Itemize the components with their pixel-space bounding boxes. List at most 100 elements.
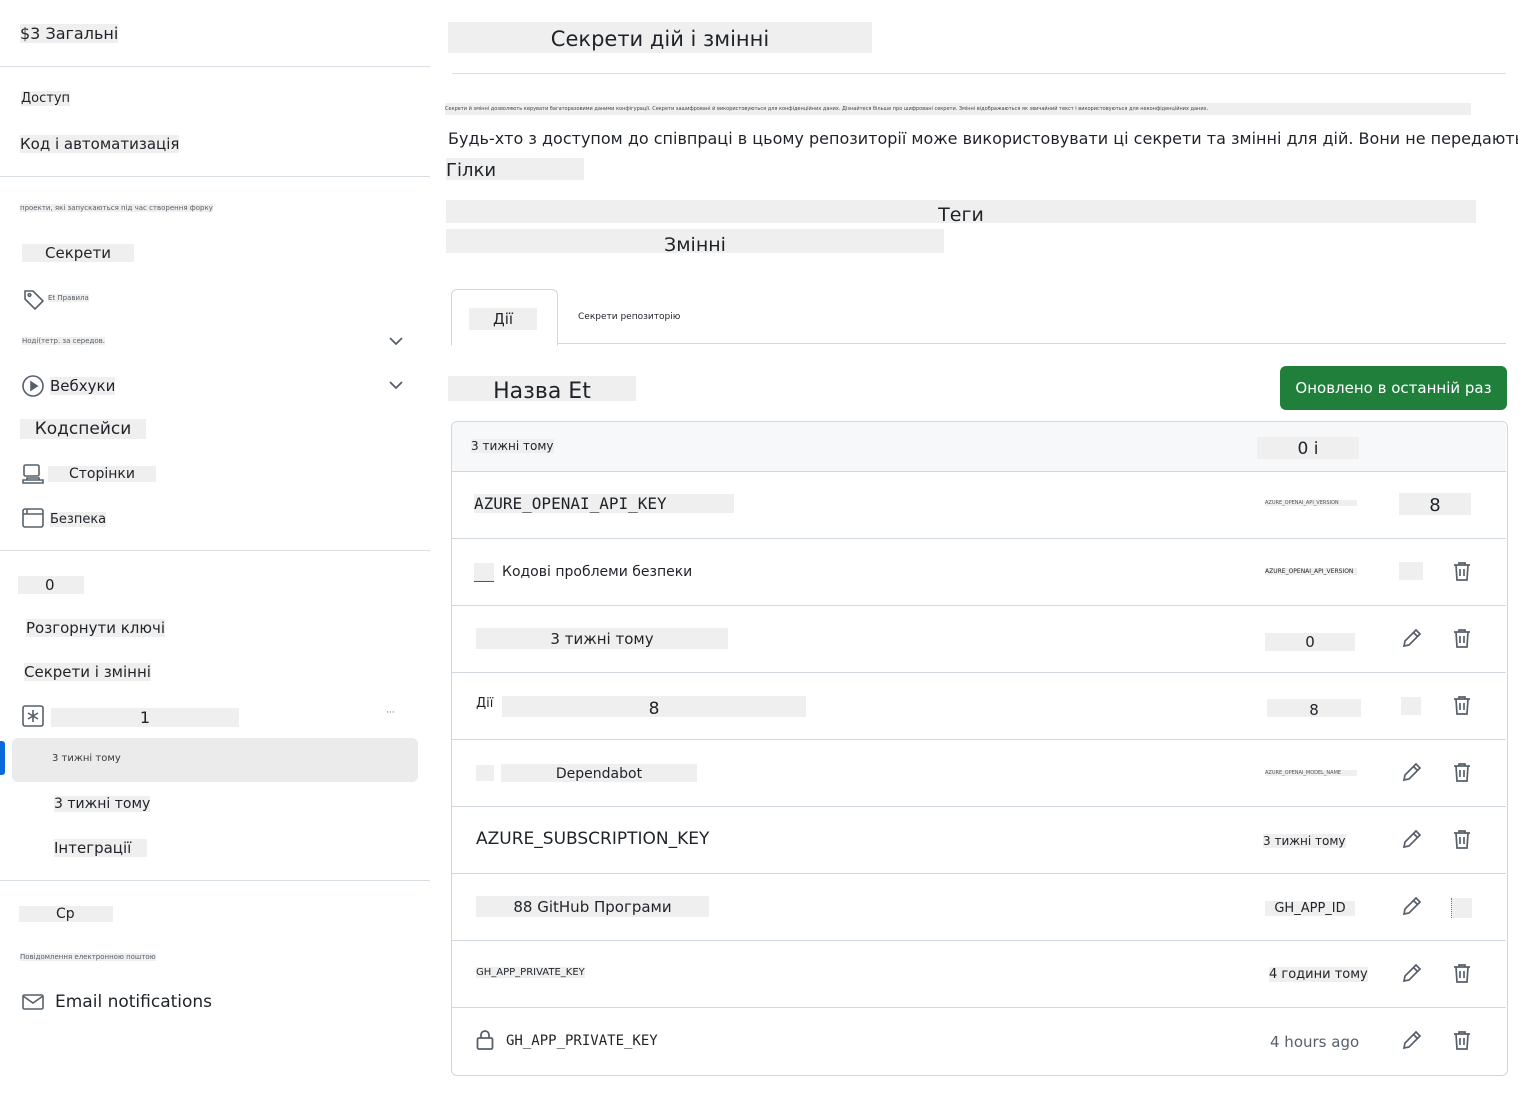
secret-name: 88 GitHub Програми (476, 896, 709, 917)
secret-name: AZURE_SUBSCRIPTION_KEY (476, 829, 710, 849)
sidebar-item-three-weeks[interactable]: 3 тижні тому (54, 796, 151, 812)
secret-name: Dependabot (501, 764, 697, 782)
pencil-icon[interactable] (1400, 894, 1424, 918)
pencil-icon[interactable] (1400, 961, 1424, 985)
sidebar-item-integrations[interactable]: Інтеграції (54, 839, 147, 857)
secret-name: GH_APP_PRIVATE_KEY (476, 967, 585, 978)
secret-updated: 3 тижні тому (1263, 834, 1346, 848)
secret-name: AZURE_OPENAI_API_KEY (474, 494, 734, 513)
sidebar-divider (0, 550, 430, 551)
tab-repository-secrets[interactable]: Секрети репозиторію (578, 312, 680, 322)
sidebar-email-section: Повідомлення електронною поштою (20, 953, 156, 961)
sidebar-number: 1 (51, 708, 239, 727)
sidebar-divider (0, 66, 430, 67)
secret-updated: GH_APP_ID (1265, 901, 1355, 916)
secret-name-prefix: Дії (476, 696, 494, 711)
sidebar-item-email-notifications[interactable]: Email notifications (55, 992, 212, 1012)
trash-icon[interactable] (1450, 693, 1474, 717)
chevron-down-icon[interactable] (386, 331, 406, 351)
link-branches[interactable]: Гілки (446, 158, 584, 181)
secret-updated: AZURE_OPENAI_API_VERSION (1265, 568, 1357, 575)
tab-actions[interactable]: Дії (451, 289, 558, 346)
trash-icon[interactable] (1450, 1028, 1474, 1052)
table-row: AZURE_OPENAI_API_KEY AZURE_OPENAI_API_VE… (452, 471, 1506, 538)
page-title: Секрети дій і змінні (448, 22, 872, 53)
sidebar-item-pages[interactable]: Сторінки (48, 466, 156, 482)
table-row: Dependabot AZURE_OPENAI_MODEL_NAME (452, 739, 1506, 806)
secret-updated: 0 (1265, 633, 1355, 651)
new-secret-button[interactable]: Оновлено в останній раз (1280, 366, 1507, 410)
pencil-icon[interactable] (1400, 827, 1424, 851)
edit-icon[interactable] (1401, 697, 1421, 715)
sidebar-item-secrets[interactable]: Секрети (22, 244, 134, 262)
lock-icon (474, 563, 494, 582)
tab-actions-label: Дії (469, 308, 537, 330)
edit-value[interactable]: 8 (1399, 493, 1471, 516)
table-row: 3 тижні тому 0 (452, 605, 1506, 672)
table-row: GH_APP_PRIVATE_KEY 4 години тому (452, 940, 1506, 1007)
sidebar-item-rules[interactable]: Et Правила (48, 294, 89, 302)
trash-icon[interactable] (1450, 559, 1474, 583)
link-variables[interactable]: Змінні (446, 229, 944, 256)
secret-name: GH_APP_PRIVATE_KEY (506, 1033, 658, 1049)
sidebar-item-webhooks[interactable]: Вебхуки (50, 377, 116, 395)
sidebar-active-indicator (0, 741, 5, 775)
secret-updated: AZURE_OPENAI_MODEL_NAME (1265, 770, 1357, 776)
sidebar-item-secrets-variables[interactable]: Секрети і змінні (24, 663, 151, 681)
trash-icon[interactable] (1451, 898, 1472, 918)
trash-icon[interactable] (1450, 961, 1474, 985)
header-name: 3 тижні тому (471, 439, 554, 453)
secret-updated: AZURE_OPENAI_API_VERSION (1265, 500, 1357, 506)
sidebar-heading-access: Доступ (21, 91, 71, 106)
table-row: 88 GitHub Програми GH_APP_ID (452, 873, 1506, 940)
description: Будь-хто з доступом до співпраці в цьому… (448, 129, 1518, 148)
table-row: AZURE_SUBSCRIPTION_KEY 3 тижні тому (452, 806, 1506, 873)
chevron-down-icon[interactable] (386, 375, 406, 395)
link-tags[interactable]: Теги (446, 200, 1476, 226)
secret-name: 8 (502, 696, 806, 719)
sidebar-item-deploy-keys[interactable]: Розгорнути ключі (26, 619, 166, 637)
trash-icon[interactable] (1450, 760, 1474, 784)
secret-name: 3 тижні тому (476, 628, 728, 649)
table-row: GH_APP_PRIVATE_KEY 4 hours ago (452, 1007, 1506, 1074)
sidebar-divider (0, 176, 430, 177)
sidebar-more[interactable]: ··· (386, 708, 395, 718)
sidebar-item-security[interactable]: Безпека (50, 512, 107, 527)
sidebar-item-environments[interactable]: Ноді(тетр. за середов. (22, 337, 106, 345)
asterisk-icon (21, 704, 45, 728)
table-row: Дії 8 8 (452, 672, 1506, 739)
sidebar-general[interactable]: $3 Загальні (20, 24, 119, 43)
trash-icon[interactable] (1450, 827, 1474, 851)
pencil-icon[interactable] (1400, 760, 1424, 784)
play-icon (21, 374, 45, 398)
header-updated: 0 і (1257, 437, 1359, 459)
secret-name: Кодові проблеми безпеки (502, 564, 693, 580)
tabs-bottom-border (452, 343, 1506, 344)
codespaces-icon (21, 462, 45, 486)
tag-icon (22, 287, 46, 311)
pencil-icon[interactable] (1400, 626, 1424, 650)
sidebar-item-active-label: 3 тижні тому (52, 753, 121, 764)
lock-icon (473, 1028, 497, 1052)
edit-icon[interactable] (1399, 562, 1423, 580)
trash-icon[interactable] (1450, 626, 1474, 650)
secret-updated: 4 години тому (1269, 967, 1368, 982)
description-small: Секрети й змінні дозволяють керувати баг… (445, 103, 1471, 115)
sidebar-item-active[interactable]: 3 тижні тому (12, 738, 418, 782)
section-title: Назва Et (448, 376, 636, 404)
secret-updated: 4 hours ago (1270, 1033, 1360, 1051)
title-divider (452, 73, 1506, 74)
sidebar-item-code-automation[interactable]: Код і автоматизація (20, 135, 180, 153)
sidebar-heading-wed: Ср (19, 906, 113, 922)
sidebar-item-codespaces[interactable]: Кодспейси (20, 419, 146, 439)
mail-icon (21, 990, 45, 1014)
lock-icon (476, 765, 494, 781)
pencil-icon[interactable] (1400, 1028, 1424, 1052)
sidebar-fork-note: проекти, які запускаються під час створе… (20, 204, 213, 212)
table-header: 3 тижні тому 0 і (452, 422, 1506, 471)
browser-icon (21, 506, 45, 530)
sidebar-divider (0, 880, 430, 881)
secret-updated: 8 (1267, 699, 1361, 719)
sidebar-count: 0 (18, 576, 84, 594)
table-row: Кодові проблеми безпеки AZURE_OPENAI_API… (452, 538, 1506, 605)
